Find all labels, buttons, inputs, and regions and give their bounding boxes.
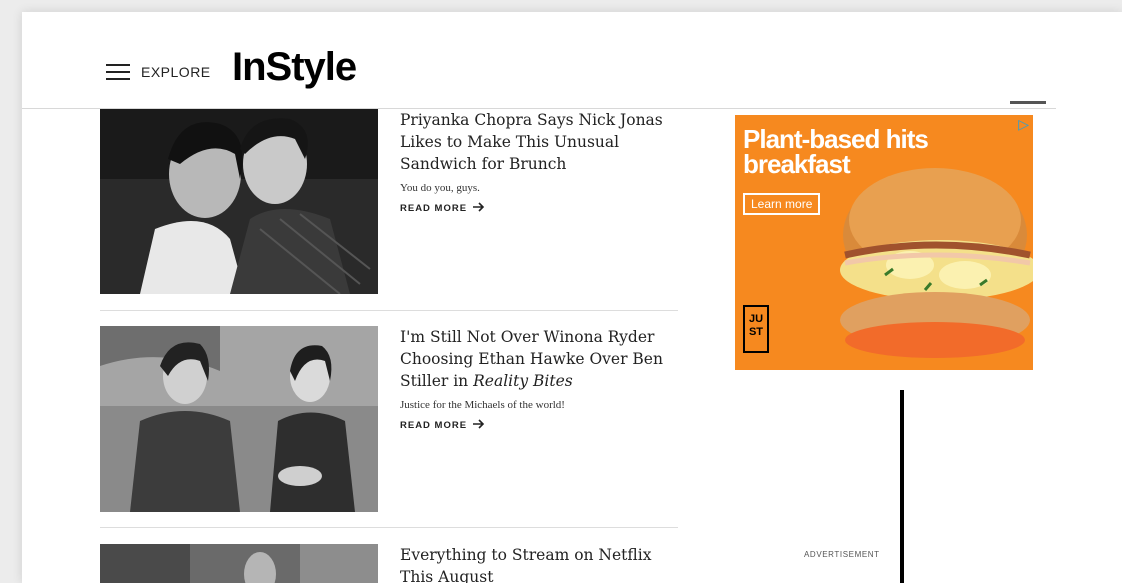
article-divider — [100, 527, 678, 528]
hamburger-menu-icon[interactable] — [106, 64, 130, 80]
explore-link[interactable]: EXPLORE — [141, 64, 211, 80]
read-more-label: READ MORE — [400, 420, 468, 431]
ad-brand-logo: JU ST — [743, 305, 769, 353]
article-card: Priyanka Chopra Says Nick Jonas Likes to… — [100, 109, 678, 294]
ad-learn-more-button[interactable]: Learn more — [743, 193, 821, 215]
article-dek: You do you, guys. — [400, 182, 480, 194]
article-dek: Justice for the Michaels of the world! — [400, 399, 565, 411]
article-body: Everything to Stream on Netflix This Aug… — [400, 544, 670, 583]
article-image[interactable] — [100, 544, 378, 583]
article-divider — [100, 310, 678, 311]
ad-headline: Plant-based hits breakfast — [743, 126, 929, 179]
article-card: Everything to Stream on Netflix This Aug… — [100, 544, 678, 583]
page: EXPLORE InStyle Priyanka Chopra Says Nic… — [22, 12, 1122, 583]
article-title[interactable]: Priyanka Chopra Says Nick Jonas Likes to… — [400, 109, 670, 175]
article-image[interactable] — [100, 326, 378, 512]
article-image[interactable] — [100, 109, 378, 294]
ad-divider-bar — [900, 390, 904, 583]
article-body: Priyanka Chopra Says Nick Jonas Likes to… — [400, 109, 670, 215]
read-more-link[interactable]: READ MORE — [400, 419, 670, 432]
article-card: I'm Still Not Over Winona Ryder Choosing… — [100, 326, 678, 512]
advertisement-banner[interactable]: Plant-based hits breakfast Learn more JU… — [735, 115, 1033, 370]
arrow-right-icon — [473, 202, 485, 215]
instyle-logo[interactable]: InStyle — [232, 45, 357, 90]
advertisement-label: ADVERTISEMENT — [804, 550, 880, 559]
article-title[interactable]: Everything to Stream on Netflix This Aug… — [400, 544, 670, 583]
article-title-italic: Reality Bites — [473, 372, 573, 390]
site-header: EXPLORE InStyle — [22, 12, 1056, 109]
article-title[interactable]: I'm Still Not Over Winona Ryder Choosing… — [400, 326, 670, 392]
adchoices-icon[interactable]: ▷ — [1018, 117, 1029, 134]
arrow-right-icon — [473, 419, 485, 432]
read-more-link[interactable]: READ MORE — [400, 202, 670, 215]
ad-headline-line2: breakfast — [743, 149, 851, 179]
article-body: I'm Still Not Over Winona Ryder Choosing… — [400, 326, 670, 432]
read-more-label: READ MORE — [400, 203, 468, 214]
header-indicator — [1010, 101, 1046, 104]
